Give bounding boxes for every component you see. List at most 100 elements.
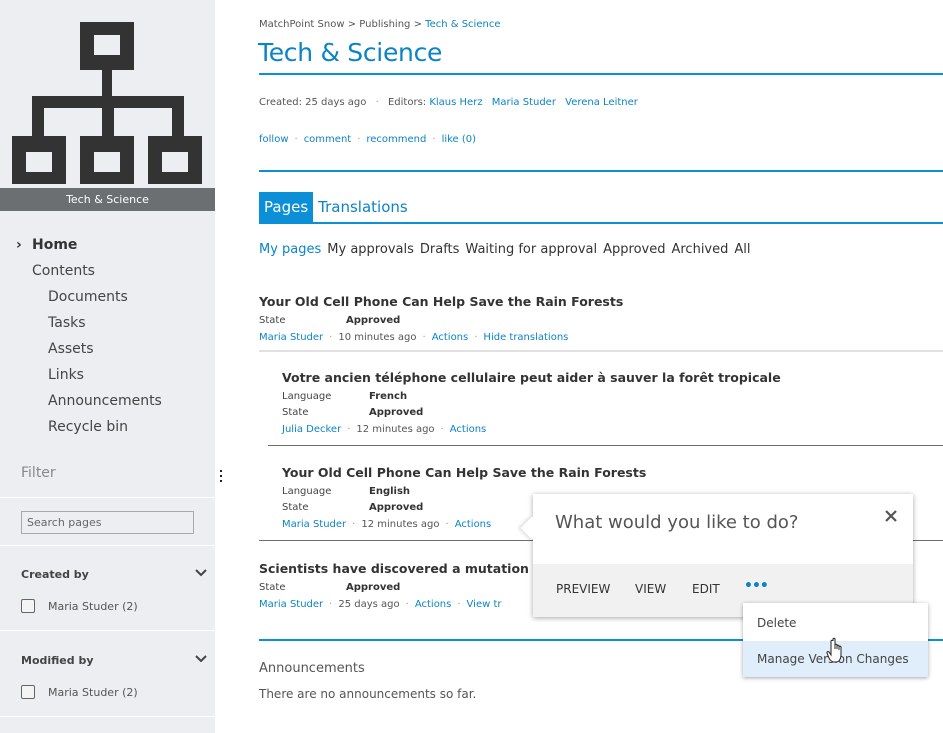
filter-all[interactable]: All [734, 242, 750, 257]
sidebar-item-home[interactable]: › Home [0, 232, 215, 258]
breadcrumb-item[interactable]: Publishing [359, 19, 410, 30]
state-value: Approved [346, 582, 401, 593]
facet-modified-by-title: Modified by [21, 654, 94, 667]
close-icon[interactable] [883, 508, 899, 524]
announcements-heading: Announcements [259, 661, 365, 676]
facet-modified-by-option[interactable]: Maria Studer (2) [21, 684, 138, 700]
breadcrumb-item[interactable]: MatchPoint Snow [259, 19, 345, 30]
sidebar-item-links[interactable]: Links [0, 362, 215, 388]
actions-link[interactable]: Actions [415, 599, 452, 610]
tab-pages[interactable]: Pages [259, 192, 314, 222]
divider [259, 222, 943, 224]
checkbox[interactable] [21, 685, 35, 699]
author-link[interactable]: Maria Studer [282, 519, 346, 530]
author-link[interactable]: Maria Studer [259, 332, 323, 343]
chevron-down-icon[interactable] [195, 568, 207, 578]
facet-created-by-title: Created by [21, 568, 89, 581]
filter-approved[interactable]: Approved [603, 242, 665, 257]
comment-link[interactable]: comment [304, 134, 352, 145]
actions-link[interactable]: Actions [432, 332, 469, 343]
list-item: Scientists have discovered a mutation l … [259, 561, 538, 610]
hide-translations-link[interactable]: Hide translations [483, 332, 568, 343]
state-label: State [259, 315, 286, 326]
filter-waiting-for-approval[interactable]: Waiting for approval [465, 242, 597, 257]
divider [0, 630, 215, 631]
option-label: Maria Studer (2) [48, 685, 138, 699]
tab-bar: Pages Translations [259, 192, 413, 222]
actions-link[interactable]: Actions [450, 424, 487, 435]
divider [0, 497, 215, 498]
sidebar: Tech & Science › Home Contents Documents … [0, 0, 215, 733]
state-label: State [259, 582, 286, 593]
sidebar-item-announcements[interactable]: Announcements [0, 388, 215, 414]
page-title: Tech & Science [258, 38, 443, 67]
more-actions-button[interactable]: ••• [744, 578, 769, 594]
filter-drafts[interactable]: Drafts [420, 242, 460, 257]
sidebar-resize-handle[interactable] [218, 470, 224, 488]
author-link[interactable]: Julia Decker [282, 424, 341, 435]
facet-created-by-option[interactable]: Maria Studer (2) [21, 598, 138, 614]
item-title[interactable]: Your Old Cell Phone Can Help Save the Ra… [259, 294, 623, 313]
chevron-down-icon[interactable] [195, 654, 207, 664]
editor-link[interactable]: Klaus Herz [429, 97, 482, 108]
divider [259, 170, 943, 172]
tab-translations[interactable]: Translations [313, 192, 413, 222]
checkbox[interactable] [21, 599, 35, 613]
edit-button[interactable]: EDIT [692, 582, 720, 596]
divider [0, 545, 215, 546]
timestamp: 12 minutes ago [356, 424, 435, 435]
more-actions-menu: Delete Manage Version Changes [743, 603, 928, 677]
breadcrumb-separator: > [347, 19, 357, 30]
timestamp: 25 days ago [338, 599, 400, 610]
search-pages-input[interactable] [21, 511, 194, 534]
state-value: Approved [369, 502, 424, 513]
item-title[interactable]: Votre ancien téléphone cellulaire peut a… [282, 370, 781, 389]
filter-my-approvals[interactable]: My approvals [327, 242, 414, 257]
editors-label: Editors: [387, 97, 427, 108]
announcements-empty-text: There are no announcements so far. [259, 687, 477, 701]
breadcrumb-current[interactable]: Tech & Science [425, 19, 500, 30]
filter-heading: Filter [21, 465, 56, 481]
editor-link[interactable]: Verena Leitner [565, 97, 638, 108]
item-title[interactable]: Scientists have discovered a mutation l [259, 561, 538, 580]
sidebar-item-documents[interactable]: Documents [0, 284, 215, 310]
view-translations-link[interactable]: View tr [467, 599, 502, 610]
created-info: Created: 25 days ago [259, 97, 367, 108]
list-item: Votre ancien téléphone cellulaire peut a… [282, 370, 781, 435]
page-meta: Created: 25 days ago · Editors: Klaus He… [259, 97, 638, 108]
state-value: Approved [369, 407, 424, 418]
like-link[interactable]: like (0) [442, 134, 477, 145]
breadcrumb: MatchPoint Snow > Publishing > Tech & Sc… [259, 19, 500, 30]
breadcrumb-separator: > [413, 19, 422, 30]
chevron-right-icon: › [16, 237, 22, 253]
menu-item-manage-version-changes[interactable]: Manage Version Changes [743, 641, 928, 677]
author-link[interactable]: Maria Studer [259, 599, 323, 610]
filter-archived[interactable]: Archived [671, 242, 728, 257]
divider [259, 350, 943, 352]
editor-link[interactable]: Maria Studer [492, 97, 556, 108]
language-value: English [369, 486, 411, 497]
option-label: Maria Studer (2) [48, 599, 138, 613]
sidebar-item-label: Home [32, 237, 78, 253]
timestamp: 10 minutes ago [338, 332, 417, 343]
view-button[interactable]: VIEW [635, 582, 666, 596]
site-label: Tech & Science [0, 188, 215, 211]
item-title[interactable]: Your Old Cell Phone Can Help Save the Ra… [282, 465, 646, 484]
sidebar-item-tasks[interactable]: Tasks [0, 310, 215, 336]
divider [268, 445, 943, 446]
follow-link[interactable]: follow [259, 134, 289, 145]
language-label: Language [282, 486, 332, 497]
sidebar-item-assets[interactable]: Assets [0, 336, 215, 362]
site-hierarchy-icon [12, 22, 202, 184]
menu-item-delete[interactable]: Delete [743, 605, 928, 641]
language-value: French [369, 391, 408, 402]
actions-link[interactable]: Actions [455, 519, 492, 530]
sidebar-item-recycle-bin[interactable]: Recycle bin [0, 414, 215, 440]
preview-button[interactable]: PREVIEW [556, 582, 610, 596]
recommend-link[interactable]: recommend [366, 134, 426, 145]
divider [0, 716, 215, 717]
timestamp: 12 minutes ago [361, 519, 440, 530]
sidebar-item-contents[interactable]: Contents [0, 258, 215, 284]
filter-my-pages[interactable]: My pages [259, 242, 321, 257]
view-filters: My pages My approvals Drafts Waiting for… [259, 242, 757, 257]
